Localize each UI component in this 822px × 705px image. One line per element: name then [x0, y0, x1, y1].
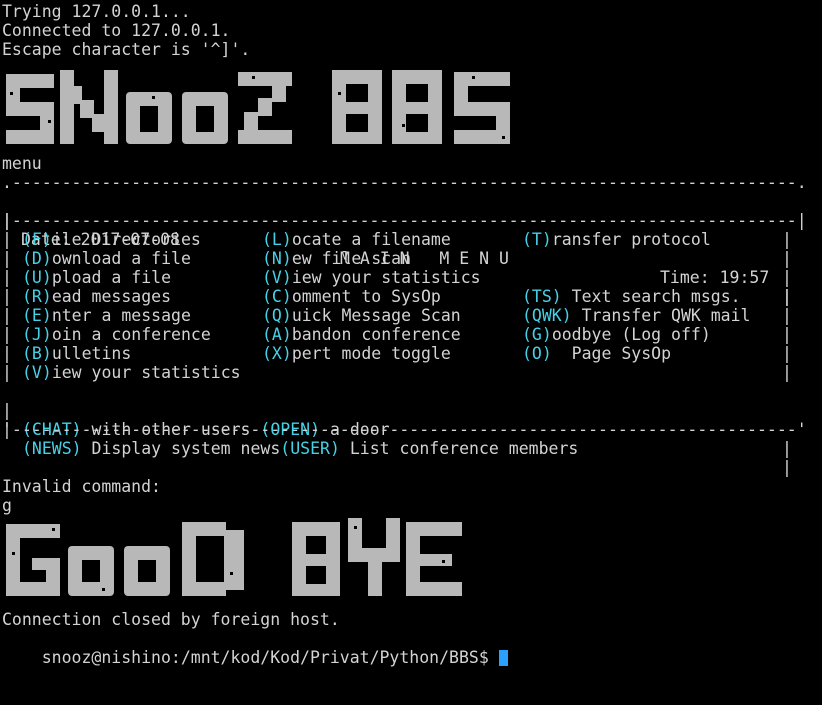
connection-closed: Connection closed by foreign host.: [2, 610, 340, 629]
menu-key-news[interactable]: (NEWS): [22, 439, 82, 458]
menu-header-row: | Date: 2017-07-08 M A I N M E N U Time:…: [2, 211, 792, 306]
menu-row-news: | (NEWS) Display system news(USER) List …: [2, 420, 792, 477]
menu-option-label: Page SysOp: [551, 344, 672, 363]
menu-border-right: |: [782, 287, 792, 306]
menu-option-label: oin a conference: [51, 325, 211, 344]
menu-option-label: pert mode toggle: [291, 344, 451, 363]
shell-prompt-line[interactable]: snooz@nishino:/mnt/kod/Kod/Privat/Python…: [2, 629, 508, 667]
menu-option[interactable]: (V)iew your statistics: [262, 268, 481, 287]
menu-border-left: |: [2, 306, 12, 325]
error-message: Invalid command:: [2, 477, 161, 496]
bbs-banner-logo: [2, 62, 522, 158]
menu-option[interactable]: (T)ransfer protocol: [522, 230, 711, 249]
menu-border-left: |: [2, 249, 12, 268]
shell-prompt: snooz@nishino:/mnt/kod/Kod/Privat/Python…: [41, 648, 499, 667]
menu-option-key[interactable]: (B): [22, 344, 52, 363]
menu-border-right: |: [782, 363, 792, 382]
menu-border-right: |: [782, 325, 792, 344]
menu-option-label: ransfer protocol: [551, 230, 711, 249]
terminal-line: Connected to 127.0.0.1.: [2, 21, 231, 40]
menu-option-label: iew your statistics: [291, 268, 481, 287]
terminal-line: Trying 127.0.0.1...: [2, 2, 191, 21]
menu-border-right: |: [782, 249, 792, 268]
menu-option-label: ile Directories: [51, 230, 201, 249]
menu-option-label: Transfer QWK mail: [571, 306, 751, 325]
menu-option-label: uick Message Scan: [291, 306, 461, 325]
menu-option-key[interactable]: (F): [22, 230, 52, 249]
menu-option-key[interactable]: (QWK): [522, 306, 572, 325]
menu-border-right: |: [782, 268, 792, 287]
menu-option[interactable]: (R)ead messages: [22, 287, 171, 306]
menu-option-label: ew file scan: [291, 249, 412, 268]
command-echo: menu: [2, 154, 42, 173]
menu-option-key[interactable]: (TS): [522, 287, 562, 306]
menu-option[interactable]: (A)bandon conference: [262, 325, 461, 344]
goodbye-banner-logo: [2, 512, 472, 610]
terminal-window[interactable]: Trying 127.0.0.1... Connected to 127.0.0…: [2, 0, 822, 705]
menu-option[interactable]: (V)iew your statistics: [22, 363, 241, 382]
menu-key-user[interactable]: (USER): [280, 439, 340, 458]
menu-option[interactable]: (G)oodbye (Log off): [522, 325, 711, 344]
menu-option-label: iew your statistics: [51, 363, 241, 382]
menu-option-key[interactable]: (V): [22, 363, 52, 382]
menu-option[interactable]: (E)nter a message: [22, 306, 191, 325]
menu-border-left: |: [2, 344, 12, 363]
menu-border-left: |: [2, 287, 12, 306]
menu-border-top: .---------------------------------------…: [2, 173, 807, 192]
text-cursor: [498, 650, 508, 666]
menu-time: Time: 19:57: [660, 268, 770, 287]
menu-option-label: ownload a file: [51, 249, 191, 268]
menu-option[interactable]: (C)omment to SysOp: [262, 287, 441, 306]
menu-option[interactable]: (U)pload a file: [22, 268, 171, 287]
menu-option-key[interactable]: (X): [262, 344, 292, 363]
menu-option-label: oodbye (Log off): [551, 325, 711, 344]
menu-option[interactable]: (B)ulletins: [22, 344, 131, 363]
menu-border-left: |: [2, 268, 12, 287]
menu-option[interactable]: (Q)uick Message Scan: [262, 306, 461, 325]
menu-option[interactable]: (D)ownload a file: [22, 249, 191, 268]
menu-option-key[interactable]: (L): [262, 230, 292, 249]
menu-option[interactable]: (X)pert mode toggle: [262, 344, 451, 363]
menu-option-key[interactable]: (R): [22, 287, 52, 306]
menu-option-key[interactable]: (D): [22, 249, 52, 268]
menu-option[interactable]: (O) Page SysOp: [522, 344, 671, 363]
menu-option-key[interactable]: (U): [22, 268, 52, 287]
menu-option[interactable]: (F)ile Directories: [22, 230, 201, 249]
menu-option-label: omment to SysOp: [291, 287, 441, 306]
menu-option-label: bandon conference: [291, 325, 461, 344]
menu-option-key[interactable]: (V): [262, 268, 292, 287]
menu-option-key[interactable]: (O): [522, 344, 552, 363]
menu-border-right: |: [782, 230, 792, 249]
menu-option-key[interactable]: (J): [22, 325, 52, 344]
menu-option-key[interactable]: (A): [262, 325, 292, 344]
menu-border-right: |: [782, 344, 792, 363]
menu-option-key[interactable]: (G): [522, 325, 552, 344]
menu-option[interactable]: (QWK) Transfer QWK mail: [522, 306, 750, 325]
menu-option-label: ocate a filename: [291, 230, 451, 249]
terminal-line: Escape character is '^]'.: [2, 40, 251, 59]
menu-border-right: |: [782, 306, 792, 325]
menu-border-bottom: '---------------------------------------…: [2, 420, 807, 439]
menu-option-key[interactable]: (E): [22, 306, 52, 325]
menu-option-label: ead messages: [51, 287, 172, 306]
menu-option-label: ulletins: [51, 344, 132, 363]
menu-option-label: nter a message: [51, 306, 191, 325]
menu-border-sep: |---------------------------------------…: [2, 211, 807, 230]
menu-option-key[interactable]: (Q): [262, 306, 292, 325]
menu-option-key[interactable]: (N): [262, 249, 292, 268]
menu-border-left: |: [2, 325, 12, 344]
menu-border-left: |: [2, 363, 12, 382]
menu-row-chat: | (CHAT) with other users (OPEN) a door …: [2, 401, 792, 458]
menu-option[interactable]: (J)oin a conference: [22, 325, 211, 344]
menu-option[interactable]: (N)ew file scan: [262, 249, 411, 268]
menu-option[interactable]: (TS) Text search msgs.: [522, 287, 741, 306]
menu-option-key[interactable]: (T): [522, 230, 552, 249]
menu-option-label: pload a file: [51, 268, 172, 287]
menu-option[interactable]: (L)ocate a filename: [262, 230, 451, 249]
menu-border-left: |: [2, 230, 12, 249]
menu-option-label: Text search msgs.: [561, 287, 741, 306]
menu-option-key[interactable]: (C): [262, 287, 292, 306]
